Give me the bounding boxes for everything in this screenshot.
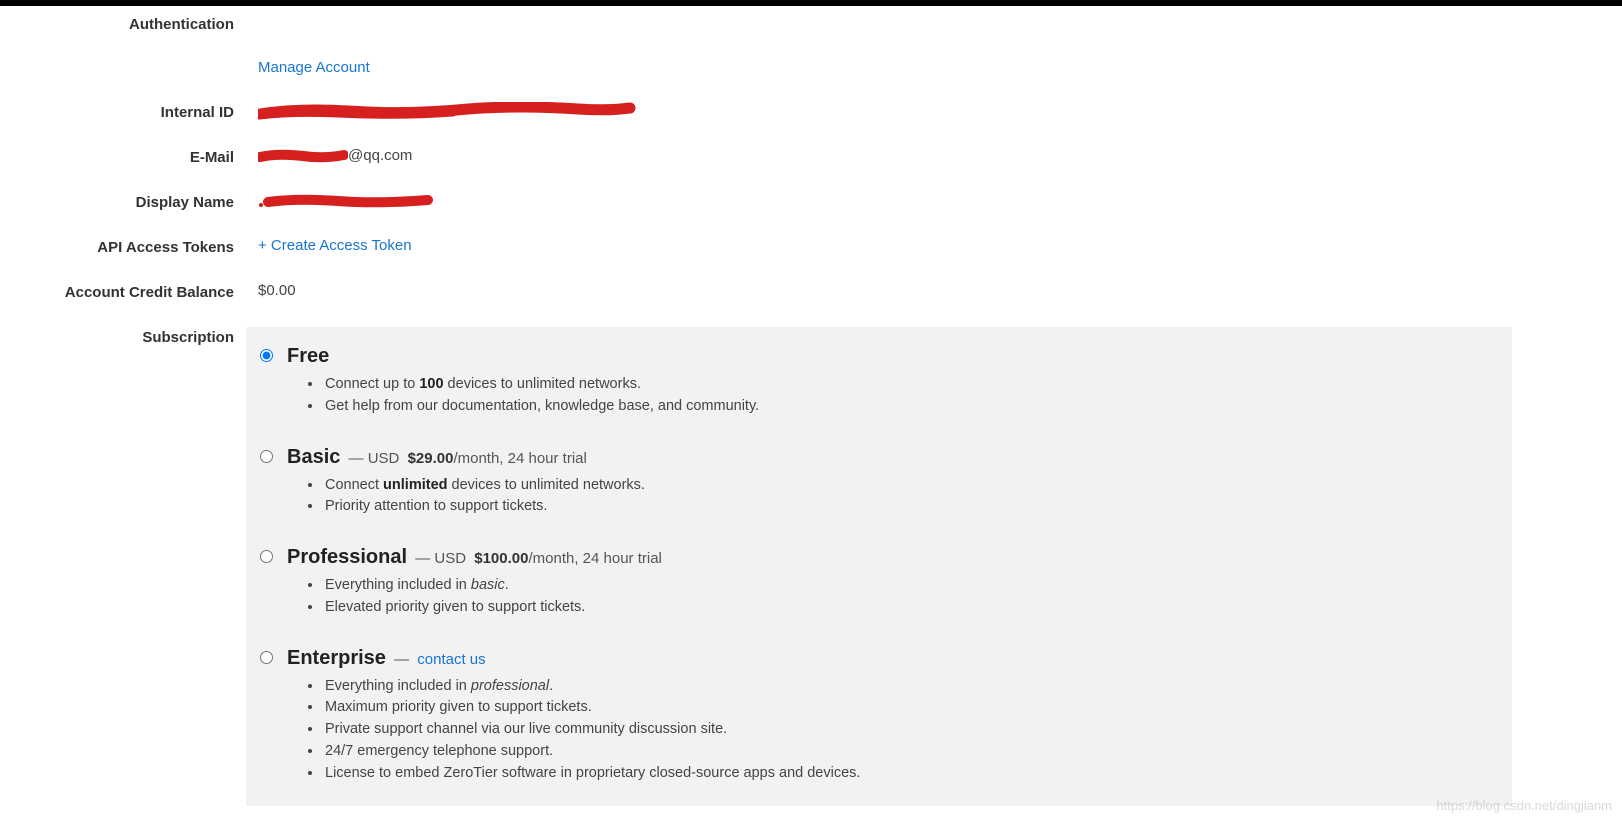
redacted-email-prefix <box>258 149 348 163</box>
manage-account-link[interactable]: Manage Account <box>258 59 370 76</box>
plan-enterprise-title: Enterprise <box>287 647 386 669</box>
plan-professional-bullet-2: Elevated priority given to support ticke… <box>323 597 1490 619</box>
plan-enterprise-contact-link[interactable]: contact us <box>417 651 485 668</box>
label-display-name: Display Name <box>0 192 246 211</box>
plan-enterprise: Enterprise — contact us Everything inclu… <box>260 647 1490 785</box>
plan-professional-price: $100.00 <box>474 550 528 567</box>
label-email: E-Mail <box>0 147 246 166</box>
plan-basic-title: Basic <box>287 446 340 468</box>
plan-free-bullet-2: Get help from our documentation, knowled… <box>323 396 1490 418</box>
plan-basic: Basic — USD $29.00/month, 24 hour trial … <box>260 446 1490 519</box>
plan-enterprise-bullet-2: Maximum priority given to support ticket… <box>323 697 1490 719</box>
redacted-internal-id <box>258 102 638 120</box>
plan-free: Free Connect up to 100 devices to unlimi… <box>260 345 1490 418</box>
plan-basic-bullet-2: Priority attention to support tickets. <box>323 496 1490 518</box>
plan-enterprise-bullet-5: License to embed ZeroTier software in pr… <box>323 763 1490 785</box>
subscription-plans: Free Connect up to 100 devices to unlimi… <box>246 327 1512 806</box>
plan-enterprise-radio[interactable] <box>260 651 273 664</box>
plan-professional-radio[interactable] <box>260 550 273 563</box>
plan-enterprise-bullet-4: 24/7 emergency telephone support. <box>323 741 1490 763</box>
plan-free-title: Free <box>287 345 329 367</box>
plan-enterprise-bullet-1: Everything included in professional. <box>323 676 1490 698</box>
plan-free-bullet-1: Connect up to 100 devices to unlimited n… <box>323 374 1490 396</box>
plan-basic-bullet-1: Connect unlimited devices to unlimited n… <box>323 475 1490 497</box>
plan-professional-bullet-1: Everything included in basic. <box>323 575 1490 597</box>
redacted-display-name <box>258 194 438 208</box>
create-access-token-link[interactable]: + Create Access Token <box>258 237 412 254</box>
plan-basic-price: $29.00 <box>408 450 454 467</box>
email-suffix: @qq.com <box>348 147 412 164</box>
credit-balance-value: $0.00 <box>258 282 296 299</box>
label-account-credit-balance: Account Credit Balance <box>0 282 246 301</box>
label-subscription: Subscription <box>0 327 246 346</box>
label-authentication: Authentication <box>0 14 246 33</box>
plan-free-radio[interactable] <box>260 349 273 362</box>
label-api-access-tokens: API Access Tokens <box>0 237 246 256</box>
plan-professional: Professional — USD $100.00/month, 24 hou… <box>260 546 1490 619</box>
plan-basic-radio[interactable] <box>260 450 273 463</box>
plan-enterprise-bullet-3: Private support channel via our live com… <box>323 719 1490 741</box>
plan-professional-title: Professional <box>287 546 407 568</box>
label-internal-id: Internal ID <box>0 102 246 121</box>
